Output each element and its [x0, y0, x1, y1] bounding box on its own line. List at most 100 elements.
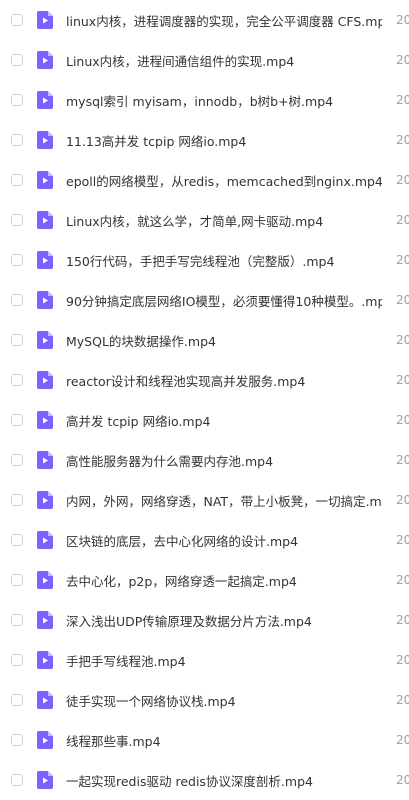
file-name[interactable]: 高并发 tcpip 网络io.mp4	[66, 411, 382, 430]
file-name[interactable]: reactor设计和线程池实现高并发服务.mp4	[66, 371, 382, 390]
file-date: 20	[396, 133, 409, 147]
file-row[interactable]: 高性能服务器为什么需要内存池.mp4 20	[0, 440, 409, 480]
file-row[interactable]: 手把手写线程池.mp4 20	[0, 640, 409, 680]
file-date: 20	[396, 173, 409, 187]
video-file-icon	[37, 371, 53, 389]
video-file-icon	[37, 451, 53, 469]
video-file-icon	[37, 731, 53, 749]
file-row[interactable]: Linux内核，进程间通信组件的实现.mp4 20	[0, 40, 409, 80]
video-file-icon	[37, 491, 53, 509]
row-checkbox[interactable]	[11, 294, 23, 306]
file-date: 20	[396, 213, 409, 227]
file-name[interactable]: MySQL的块数据操作.mp4	[66, 331, 382, 350]
row-checkbox[interactable]	[11, 614, 23, 626]
file-date: 20	[396, 453, 409, 467]
file-name[interactable]: 高性能服务器为什么需要内存池.mp4	[66, 451, 382, 470]
file-date: 20	[396, 613, 409, 627]
file-name[interactable]: 深入浅出UDP传输原理及数据分片方法.mp4	[66, 611, 382, 630]
row-checkbox[interactable]	[11, 214, 23, 226]
row-checkbox[interactable]	[11, 414, 23, 426]
file-name[interactable]: Linux内核，就这么学，才简单,网卡驱动.mp4	[66, 211, 382, 230]
file-row[interactable]: epoll的网络模型，从redis，memcached到nginx.mp4 20	[0, 160, 409, 200]
row-checkbox[interactable]	[11, 374, 23, 386]
file-name[interactable]: 90分钟搞定底层网络IO模型，必须要懂得10种模型。.mp4	[66, 291, 382, 310]
row-checkbox[interactable]	[11, 54, 23, 66]
file-row[interactable]: 一起实现redis驱动 redis协议深度剖析.mp4 20	[0, 760, 409, 800]
file-row[interactable]: 11.13高并发 tcpip 网络io.mp4 20	[0, 120, 409, 160]
video-file-icon	[37, 91, 53, 109]
file-name[interactable]: 区块链的底层，去中心化网络的设计.mp4	[66, 531, 382, 550]
file-date: 20	[396, 533, 409, 547]
file-date: 20	[396, 413, 409, 427]
file-row[interactable]: 90分钟搞定底层网络IO模型，必须要懂得10种模型。.mp4 20	[0, 280, 409, 320]
row-checkbox[interactable]	[11, 734, 23, 746]
file-row[interactable]: reactor设计和线程池实现高并发服务.mp4 20	[0, 360, 409, 400]
row-checkbox[interactable]	[11, 254, 23, 266]
row-checkbox[interactable]	[11, 174, 23, 186]
video-file-icon	[37, 131, 53, 149]
video-file-icon	[37, 331, 53, 349]
file-date: 20	[396, 293, 409, 307]
file-date: 20	[396, 573, 409, 587]
video-file-icon	[37, 11, 53, 29]
video-file-icon	[37, 211, 53, 229]
file-row[interactable]: 徒手实现一个网络协议栈.mp4 20	[0, 680, 409, 720]
file-date: 20	[396, 373, 409, 387]
file-row[interactable]: MySQL的块数据操作.mp4 20	[0, 320, 409, 360]
file-name[interactable]: 手把手写线程池.mp4	[66, 651, 382, 670]
row-checkbox[interactable]	[11, 454, 23, 466]
row-checkbox[interactable]	[11, 694, 23, 706]
file-name[interactable]: mysql索引 myisam，innodb，b树b+树.mp4	[66, 91, 382, 110]
row-checkbox[interactable]	[11, 654, 23, 666]
file-name[interactable]: 去中心化，p2p，网络穿透一起搞定.mp4	[66, 571, 382, 590]
file-name[interactable]: linux内核，进程调度器的实现，完全公平调度器 CFS.mp4	[66, 11, 382, 30]
row-checkbox[interactable]	[11, 494, 23, 506]
file-date: 20	[396, 773, 409, 787]
file-row[interactable]: mysql索引 myisam，innodb，b树b+树.mp4 20	[0, 80, 409, 120]
file-row[interactable]: Linux内核，就这么学，才简单,网卡驱动.mp4 20	[0, 200, 409, 240]
file-row[interactable]: 线程那些事.mp4 20	[0, 720, 409, 760]
file-date: 20	[396, 333, 409, 347]
video-file-icon	[37, 531, 53, 549]
file-list: linux内核，进程调度器的实现，完全公平调度器 CFS.mp4 20 Linux内…	[0, 0, 409, 793]
row-checkbox[interactable]	[11, 534, 23, 546]
video-file-icon	[37, 291, 53, 309]
file-name[interactable]: 徒手实现一个网络协议栈.mp4	[66, 691, 382, 710]
file-row[interactable]: 内网，外网，网络穿透，NAT，带上小板凳，一切搞定.m... 20	[0, 480, 409, 520]
video-file-icon	[37, 611, 53, 629]
file-date: 20	[396, 93, 409, 107]
file-name[interactable]: Linux内核，进程间通信组件的实现.mp4	[66, 51, 382, 70]
row-checkbox[interactable]	[11, 574, 23, 586]
file-date: 20	[396, 493, 409, 507]
row-checkbox[interactable]	[11, 94, 23, 106]
file-date: 20	[396, 653, 409, 667]
video-file-icon	[37, 411, 53, 429]
file-name[interactable]: 一起实现redis驱动 redis协议深度剖析.mp4	[66, 771, 382, 790]
file-row[interactable]: 深入浅出UDP传输原理及数据分片方法.mp4 20	[0, 600, 409, 640]
file-row[interactable]: linux内核，进程调度器的实现，完全公平调度器 CFS.mp4 20	[0, 0, 409, 40]
row-checkbox[interactable]	[11, 14, 23, 26]
file-date: 20	[396, 693, 409, 707]
file-date: 20	[396, 733, 409, 747]
video-file-icon	[37, 771, 53, 789]
row-checkbox[interactable]	[11, 334, 23, 346]
row-checkbox[interactable]	[11, 774, 23, 786]
file-row[interactable]: 高并发 tcpip 网络io.mp4 20	[0, 400, 409, 440]
file-name[interactable]: 11.13高并发 tcpip 网络io.mp4	[66, 131, 382, 150]
file-row[interactable]: 区块链的底层，去中心化网络的设计.mp4 20	[0, 520, 409, 560]
file-name[interactable]: epoll的网络模型，从redis，memcached到nginx.mp4	[66, 171, 382, 190]
file-date: 20	[396, 53, 409, 67]
video-file-icon	[37, 651, 53, 669]
file-row[interactable]: 去中心化，p2p，网络穿透一起搞定.mp4 20	[0, 560, 409, 600]
video-file-icon	[37, 51, 53, 69]
file-name[interactable]: 150行代码，手把手写完线程池（完整版）.mp4	[66, 251, 382, 270]
video-file-icon	[37, 251, 53, 269]
video-file-icon	[37, 571, 53, 589]
file-name[interactable]: 内网，外网，网络穿透，NAT，带上小板凳，一切搞定.m...	[66, 491, 382, 510]
video-file-icon	[37, 691, 53, 709]
row-checkbox[interactable]	[11, 134, 23, 146]
video-file-icon	[37, 171, 53, 189]
file-name[interactable]: 线程那些事.mp4	[66, 731, 382, 750]
file-date: 20	[396, 253, 409, 267]
file-row[interactable]: 150行代码，手把手写完线程池（完整版）.mp4 20	[0, 240, 409, 280]
